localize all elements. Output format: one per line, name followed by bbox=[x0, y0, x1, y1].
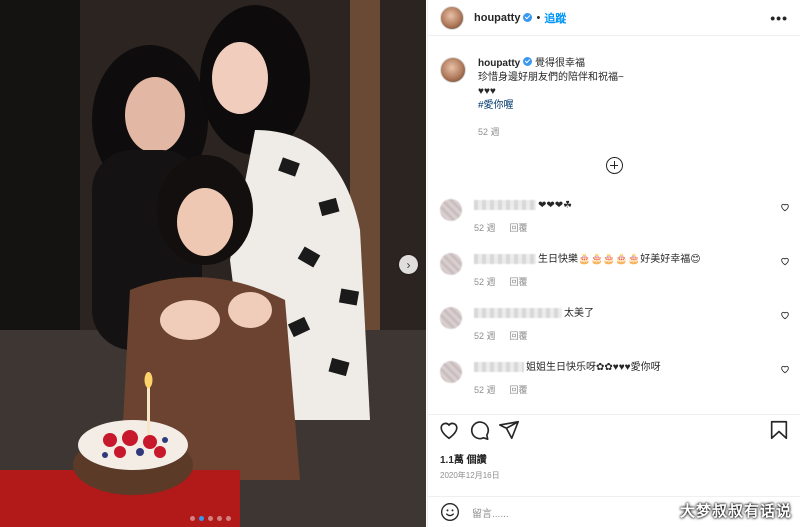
carousel-dot bbox=[190, 516, 195, 521]
separator: • bbox=[536, 11, 541, 24]
load-more-comments-icon[interactable] bbox=[606, 157, 623, 174]
comment-time: 52 週 bbox=[474, 223, 496, 233]
comment-text: 姐姐生日快乐呀✿✿♥♥♥愛你呀 bbox=[526, 362, 661, 373]
carousel-dot bbox=[217, 516, 222, 521]
commenter-username[interactable] bbox=[474, 200, 536, 211]
more-options-icon[interactable]: ••• bbox=[770, 10, 788, 26]
comment-text: ❤❤❤☘ bbox=[538, 200, 573, 211]
reply-button[interactable]: 回覆 bbox=[510, 223, 528, 233]
comment-bubble-icon[interactable] bbox=[468, 419, 490, 441]
commenter-username[interactable] bbox=[474, 308, 562, 319]
reply-button[interactable]: 回覆 bbox=[510, 277, 528, 287]
comments-section[interactable]: houpatty 覺得很幸福 珍惜身邊好朋友們的陪伴和祝福~ ♥♥♥ #愛你喔 … bbox=[428, 37, 800, 407]
next-image-button[interactable]: › bbox=[399, 255, 418, 274]
like-count[interactable]: 1.1萬 個讚 bbox=[440, 451, 487, 466]
caption-username[interactable]: houpatty bbox=[478, 58, 520, 69]
caption-line-2: 珍惜身邊好朋友們的陪伴和祝福~ bbox=[478, 72, 624, 83]
commenter-avatar[interactable] bbox=[440, 253, 462, 275]
comment-text: 生日快樂🎂🎂🎂🎂🎂好美好幸福😊 bbox=[538, 254, 701, 265]
post-actions-bar bbox=[428, 414, 800, 444]
caption-line-1: 覺得很幸福 bbox=[535, 58, 585, 69]
carousel-indicator bbox=[190, 516, 231, 521]
post-date: 2020年12月16日 bbox=[440, 471, 500, 480]
verified-badge-icon bbox=[523, 57, 533, 66]
author-username[interactable]: houpatty bbox=[474, 12, 520, 24]
verified-badge-icon bbox=[523, 13, 533, 22]
comment-item: ❤❤❤☘ 52 週 回覆 bbox=[428, 199, 800, 235]
commenter-username[interactable] bbox=[474, 254, 536, 265]
post-caption: houpatty 覺得很幸福 珍惜身邊好朋友們的陪伴和祝福~ ♥♥♥ #愛你喔 … bbox=[428, 37, 800, 139]
watermark-text: 大梦叔叔有话说 bbox=[679, 503, 792, 520]
carousel-dot bbox=[208, 516, 213, 521]
comment-input[interactable]: 留言...... bbox=[472, 505, 509, 520]
comment-item: 生日快樂🎂🎂🎂🎂🎂好美好幸福😊 52 週 回覆 bbox=[428, 253, 800, 289]
like-comment-icon[interactable] bbox=[780, 256, 790, 266]
commenter-avatar[interactable] bbox=[440, 199, 462, 221]
comment-time: 52 週 bbox=[474, 385, 496, 395]
caption-line-3: ♥♥♥ bbox=[478, 86, 496, 97]
comment-item: 姐姐生日快乐呀✿✿♥♥♥愛你呀 52 週 回覆 bbox=[428, 361, 800, 397]
emoji-smile-icon[interactable] bbox=[440, 502, 460, 522]
commenter-avatar[interactable] bbox=[440, 307, 462, 329]
comment-item: 太美了 52 週 回覆 bbox=[428, 307, 800, 343]
reply-button[interactable]: 回覆 bbox=[510, 331, 528, 341]
commenter-avatar[interactable] bbox=[440, 361, 462, 383]
like-comment-icon[interactable] bbox=[780, 310, 790, 320]
caption-time: 52 週 bbox=[478, 127, 500, 137]
follow-button[interactable]: 追蹤 bbox=[544, 10, 566, 26]
share-send-icon[interactable] bbox=[498, 419, 520, 441]
like-comment-icon[interactable] bbox=[780, 202, 790, 212]
carousel-dot-active bbox=[199, 516, 204, 521]
author-avatar[interactable] bbox=[440, 5, 464, 30]
comment-time: 52 週 bbox=[474, 331, 496, 341]
reply-button[interactable]: 回覆 bbox=[510, 385, 528, 395]
like-heart-icon[interactable] bbox=[438, 419, 460, 441]
comment-text: 太美了 bbox=[564, 308, 594, 319]
save-bookmark-icon[interactable] bbox=[768, 419, 790, 441]
caption-author-avatar[interactable] bbox=[440, 57, 466, 83]
caption-hashtag[interactable]: #愛你喔 bbox=[478, 99, 624, 113]
post-detail-panel: houpatty • 追蹤 ••• houpatty 覺得很幸福 珍惜身邊好朋友… bbox=[427, 0, 800, 527]
post-photo[interactable]: › bbox=[0, 0, 426, 527]
photo-illustration bbox=[0, 0, 426, 527]
comment-time: 52 週 bbox=[474, 277, 496, 287]
commenter-username[interactable] bbox=[474, 362, 524, 373]
carousel-dot bbox=[226, 516, 231, 521]
like-comment-icon[interactable] bbox=[780, 364, 790, 374]
post-header: houpatty • 追蹤 ••• bbox=[428, 0, 800, 36]
